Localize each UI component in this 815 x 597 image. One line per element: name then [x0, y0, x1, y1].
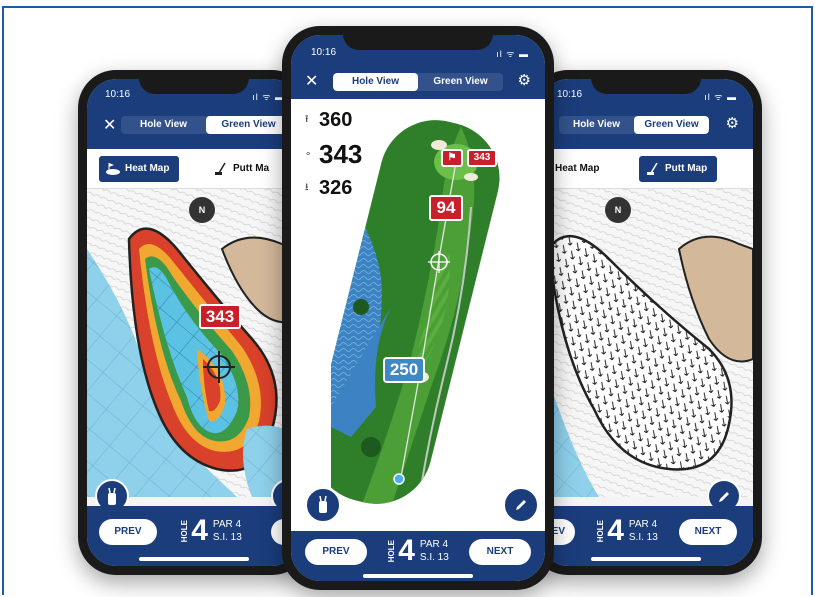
layup-distance-badge: 94 [429, 195, 463, 221]
status-time: 10:16 [557, 89, 583, 100]
hole-vertical-label: HOLE [387, 539, 397, 563]
si-label: S.I. 13 [628, 532, 658, 543]
flag-badge: ⚑ [441, 149, 463, 167]
compass-label: N [614, 205, 622, 215]
hole-map [331, 108, 511, 507]
tab-green-view[interactable]: Green View [206, 116, 291, 134]
status-icons: ıl ᯤ ▬ [704, 92, 737, 102]
view-toggle: Hole View Green View [121, 116, 291, 134]
compass-icon[interactable]: N [605, 197, 631, 223]
si-label: S.I. 13 [212, 532, 242, 543]
par-label: PAR 4 [419, 539, 449, 550]
putter-icon [215, 162, 226, 175]
status-icons: ıl ᯤ ▬ [496, 49, 529, 59]
tab-hole-view[interactable]: Hole View [121, 116, 206, 134]
phone-center-screen: 10:16 ıl ᯤ ▬ ✕ Hole View Green View ⚙ ⭱ … [291, 35, 545, 581]
home-indicator [139, 557, 249, 561]
heat-map-icon [106, 163, 120, 175]
home-indicator [363, 574, 473, 578]
close-icon[interactable]: ✕ [305, 71, 318, 91]
putter-icon [647, 162, 658, 175]
bottom-bar: PREV HOLE 4 PAR 4S.I. 13 NE [87, 506, 301, 566]
layup-distance-value: 94 [436, 198, 456, 217]
phone-right: 10:16 ıl ᯤ ▬ Hole View Green View ⚙ Heat… [530, 70, 762, 575]
hole-info: HOLE 4 PAR 4 S.I. 13 [180, 514, 242, 548]
hole-number: 4 [607, 514, 624, 547]
flag-distance-value: 343 [473, 152, 491, 163]
hole-number: 4 [191, 514, 208, 547]
pencil-icon [719, 492, 729, 502]
front-marker-icon: ⭳ [305, 182, 309, 193]
back-marker-icon: ⭱ [305, 114, 309, 125]
putt-map-button[interactable]: Putt Ma [207, 156, 279, 182]
phone-left-screen: 10:16 ıl ᯤ ▬ ✕ Hole View Green View Heat… [87, 79, 301, 566]
tab-green-view[interactable]: Green View [418, 73, 503, 91]
notch [343, 26, 493, 50]
bottom-bar: PREV HOLE 4 PAR 4 S.I. 13 NEXT [291, 531, 545, 581]
prev-button[interactable]: PREV [99, 519, 157, 545]
view-toggle: Hole View Green View [559, 116, 709, 134]
compass-label: N [198, 205, 206, 215]
par-label: PAR 4 [212, 519, 242, 530]
hole-info: HOLE 4 PAR 4 S.I. 13 [596, 514, 658, 548]
putt-map-label: Putt Map [665, 163, 708, 174]
edit-button[interactable] [503, 487, 539, 523]
heat-map-button[interactable]: Heat Map [99, 156, 180, 182]
middle-marker-icon: ∘ [305, 149, 312, 160]
compass-icon[interactable]: N [189, 197, 215, 223]
next-button[interactable]: NEXT [469, 539, 531, 565]
tab-hole-view[interactable]: Hole View [559, 116, 634, 134]
phone-left: 10:16 ıl ᯤ ▬ ✕ Hole View Green View Heat… [78, 70, 310, 575]
golf-bag-icon [319, 495, 327, 513]
putt-map-label: Putt Ma [233, 163, 270, 174]
status-time: 10:16 [105, 89, 131, 100]
green-heat-map [87, 189, 301, 497]
par-label: PAR 4 [628, 519, 658, 530]
hole-vertical-label: HOLE [596, 519, 606, 543]
tee-marker [393, 473, 405, 485]
gear-icon[interactable]: ⚙ [518, 71, 531, 89]
heat-map-label: Heat Map [125, 163, 170, 174]
map-tools: Heat Map Putt Ma [87, 149, 301, 189]
heat-map-label: Heat Map [555, 163, 600, 174]
tee-distance-value: 250 [389, 360, 419, 379]
hole-vertical-label: HOLE [180, 519, 190, 543]
golf-bag-button[interactable] [305, 487, 341, 523]
si-label: S.I. 13 [419, 552, 449, 563]
hole-meta: PAR 4 S.I. 13 [629, 518, 658, 544]
map-tools: Heat Map Putt Map [539, 149, 753, 189]
home-indicator [591, 557, 701, 561]
hole-meta: PAR 4 S.I. 13 [420, 538, 449, 564]
hole-info: HOLE 4 PAR 4 S.I. 13 [387, 534, 449, 568]
green-putt-map [539, 189, 753, 497]
close-icon[interactable]: ✕ [103, 115, 116, 135]
bottom-bar: EV HOLE 4 PAR 4 S.I. 13 NEXT [539, 506, 753, 566]
phone-right-screen: 10:16 ıl ᯤ ▬ Hole View Green View ⚙ Heat… [539, 79, 753, 566]
hole-number: 4 [398, 534, 415, 567]
notch [591, 70, 701, 94]
golf-bag-icon [108, 487, 116, 505]
phone-center: 10:16 ıl ᯤ ▬ ✕ Hole View Green View ⚙ ⭱ … [282, 26, 554, 590]
heat-distance-value: 343 [205, 307, 235, 326]
view-toggle: Hole View Green View [333, 73, 503, 91]
status-icons: ıl ᯤ ▬ [252, 92, 285, 102]
gear-icon[interactable]: ⚙ [726, 114, 739, 132]
hole-meta: PAR 4 S.I. 13 [213, 518, 242, 544]
pencil-icon [516, 500, 526, 510]
tee-distance-badge: 250 [383, 357, 425, 383]
flag-distance-badge: 343 [467, 149, 497, 167]
tab-green-view[interactable]: Green View [634, 116, 709, 134]
status-time: 10:16 [311, 47, 337, 58]
notch [139, 70, 249, 94]
tab-hole-view[interactable]: Hole View [333, 73, 418, 91]
heat-distance-badge: 343 [199, 304, 241, 329]
next-button[interactable]: NEXT [679, 519, 737, 545]
prev-button[interactable]: PREV [305, 539, 367, 565]
putt-map-button[interactable]: Putt Map [639, 156, 718, 182]
